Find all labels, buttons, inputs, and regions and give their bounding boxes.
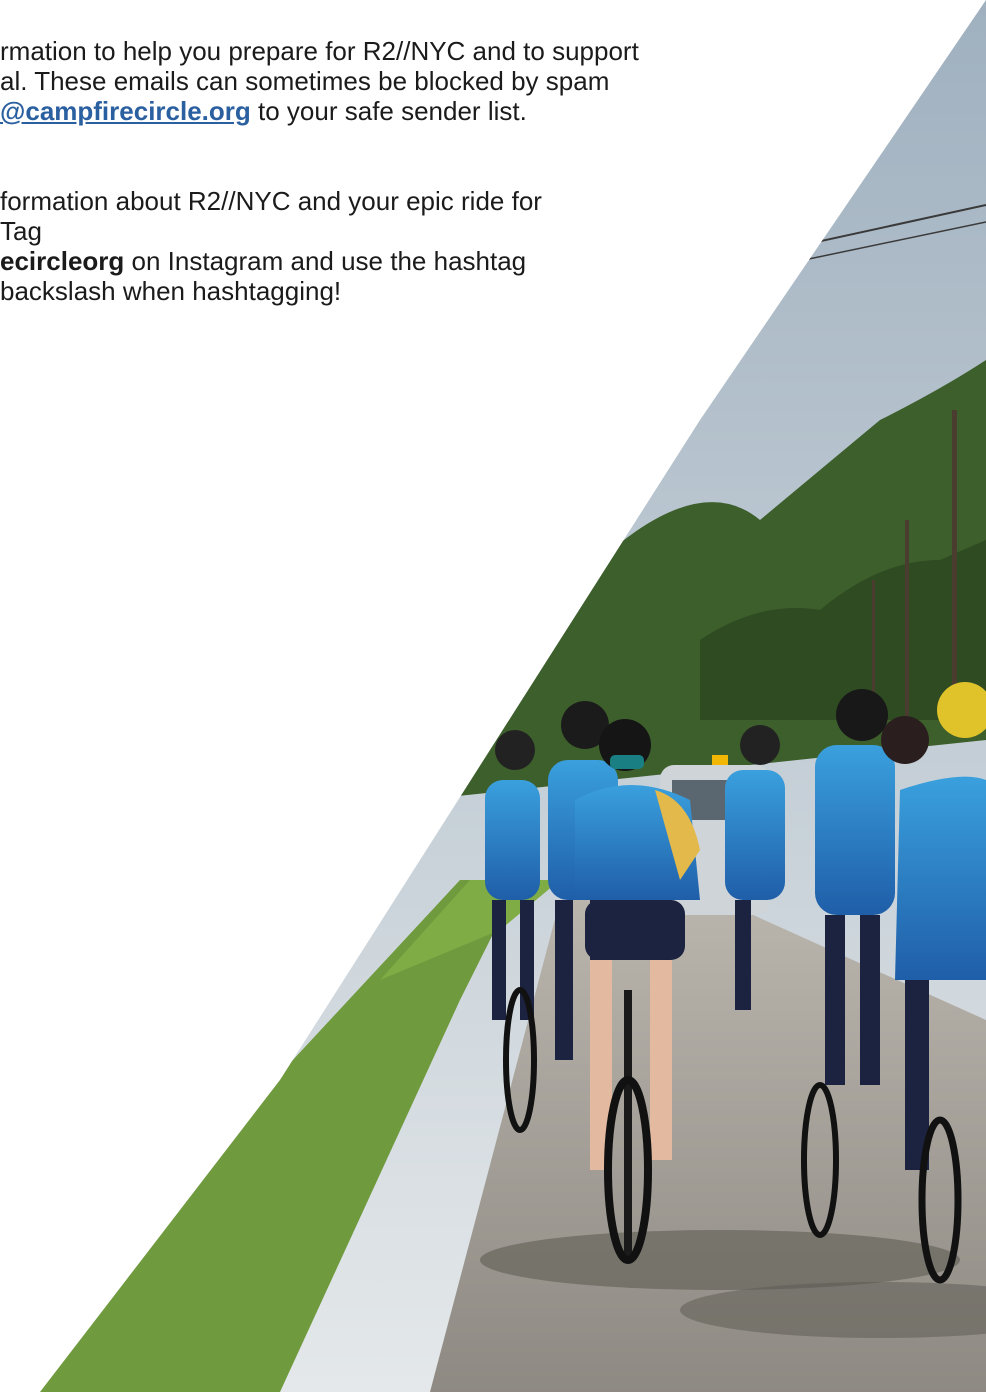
paragraph-text: on Instagram and use the hashtag bbox=[124, 246, 527, 276]
paragraph-line: al. These emails can sometimes be blocke… bbox=[0, 66, 610, 96]
paragraph-line: ecircleorg on Instagram and use the hash… bbox=[0, 246, 900, 276]
paragraph-text: to your safe sender list. bbox=[250, 96, 527, 126]
paragraph-line: backslash when hashtagging! bbox=[0, 276, 342, 306]
body-text: rmation to help you prepare for R2//NYC … bbox=[0, 36, 900, 306]
email-link[interactable]: @campfirecircle.org bbox=[0, 96, 251, 126]
paragraph-line: @campfirecircle.org to your safe sender … bbox=[0, 96, 900, 126]
paragraph-line: Tag bbox=[0, 216, 42, 246]
instagram-handle: ecircleorg bbox=[0, 246, 125, 276]
paragraph-line: formation about R2//NYC and your epic ri… bbox=[0, 186, 542, 216]
paragraph-line: rmation to help you prepare for R2//NYC … bbox=[0, 36, 639, 66]
